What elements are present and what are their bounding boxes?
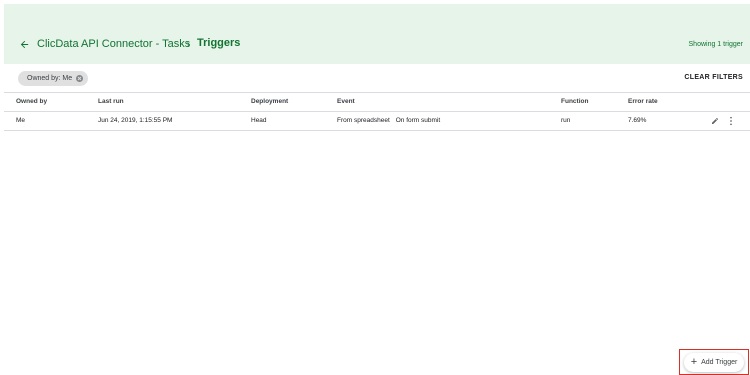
event-wrap: From spreadsheet On form submit xyxy=(337,112,440,130)
event-source: From spreadsheet xyxy=(337,117,390,124)
triggers-page: ClicData API Connector - Tasks Triggers … xyxy=(4,4,750,375)
owner-filter-chip[interactable]: Owned by: Me xyxy=(18,71,89,86)
pencil-icon[interactable] xyxy=(710,115,720,127)
add-trigger-label: Add Trigger xyxy=(701,359,738,366)
table-row[interactable]: Me Jun 24, 2019, 1:15:55 PM Head From sp… xyxy=(4,112,750,131)
cell-deployment: Head xyxy=(251,117,267,124)
header-last-run[interactable]: Last run xyxy=(98,93,124,111)
triggers-table: Owned by Last run Deployment Event Funct… xyxy=(4,92,750,131)
filter-chip-label: Owned by: Me xyxy=(27,75,73,82)
clear-filters-button[interactable]: CLEAR FILTERS xyxy=(684,74,743,81)
plus-icon: + xyxy=(690,356,698,368)
table-header-row: Owned by Last run Deployment Event Funct… xyxy=(4,93,750,112)
cell-error-rate: 7.69% xyxy=(628,117,647,124)
header-owner[interactable]: Owned by xyxy=(16,93,47,111)
chevron-right-icon xyxy=(183,37,193,51)
header-error-rate[interactable]: Error rate xyxy=(628,93,658,111)
close-circle-icon[interactable] xyxy=(76,75,84,82)
add-trigger-button[interactable]: + Add Trigger xyxy=(684,353,744,372)
cell-owner: Me xyxy=(16,117,26,124)
header-function[interactable]: Function xyxy=(561,93,588,111)
cell-function: run xyxy=(561,117,571,124)
header-event[interactable]: Event xyxy=(337,93,355,111)
cell-event: From spreadsheet On form submit xyxy=(337,112,440,130)
cell-last-run: Jun 24, 2019, 1:15:55 PM xyxy=(98,117,173,124)
event-type: On form submit xyxy=(395,117,441,124)
back-button[interactable] xyxy=(17,37,31,51)
page-title: Triggers xyxy=(197,37,241,49)
more-vert-icon[interactable] xyxy=(726,115,736,127)
page-header: ClicData API Connector - Tasks Triggers … xyxy=(4,4,750,64)
arrow-left-icon xyxy=(19,39,30,50)
row-actions xyxy=(710,112,736,130)
trigger-count: Showing 1 trigger xyxy=(688,41,743,48)
breadcrumb-project[interactable]: ClicData API Connector - Tasks xyxy=(37,38,190,50)
header-deployment[interactable]: Deployment xyxy=(251,93,288,111)
